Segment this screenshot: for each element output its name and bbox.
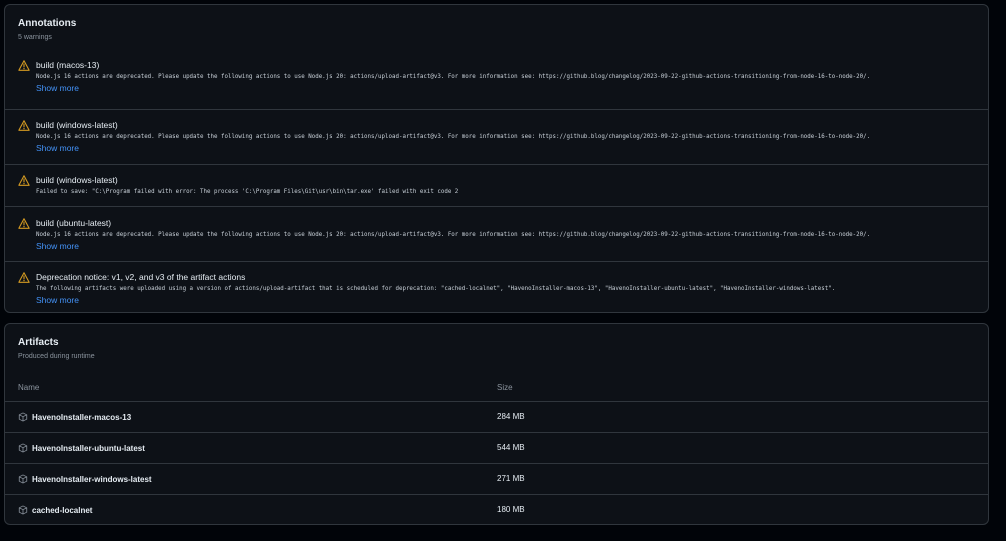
artifact-size: 544 MB bbox=[497, 443, 525, 452]
column-header-name: Name bbox=[18, 383, 40, 392]
annotation-message: Node.js 16 actions are deprecated. Pleas… bbox=[36, 74, 871, 80]
annotation-title: build (macos-13) bbox=[36, 60, 100, 70]
artifact-row[interactable]: HavenoInstaller-windows-latest 271 MB bbox=[5, 463, 988, 494]
artifact-row[interactable]: cached-localnet 180 MB bbox=[5, 494, 988, 524]
annotations-header: Annotations 5 warnings bbox=[5, 5, 988, 43]
artifacts-panel: Artifacts Produced during runtime Name S… bbox=[4, 323, 989, 525]
warning-icon bbox=[18, 218, 30, 229]
annotation-item: build (macos-13) Node.js 16 actions are … bbox=[5, 57, 988, 107]
artifacts-header: Artifacts Produced during runtime bbox=[5, 324, 988, 362]
annotation-message: Node.js 16 actions are deprecated. Pleas… bbox=[36, 134, 871, 140]
annotation-title: Deprecation notice: v1, v2, and v3 of th… bbox=[36, 272, 246, 282]
annotation-title: build (windows-latest) bbox=[36, 120, 118, 130]
artifact-size: 180 MB bbox=[497, 505, 525, 514]
annotation-item: Deprecation notice: v1, v2, and v3 of th… bbox=[5, 261, 988, 313]
artifacts-subtitle: Produced during runtime bbox=[18, 353, 95, 360]
artifact-name-link[interactable]: HavenoInstaller-windows-latest bbox=[32, 475, 152, 484]
artifact-size: 271 MB bbox=[497, 474, 525, 483]
artifact-name-link[interactable]: cached-localnet bbox=[32, 506, 92, 515]
artifacts-table-header: Name Size bbox=[5, 375, 988, 401]
package-icon bbox=[18, 505, 28, 515]
show-more-link[interactable]: Show more bbox=[36, 241, 978, 252]
artifact-row[interactable]: HavenoInstaller-macos-13 284 MB bbox=[5, 401, 988, 432]
artifact-size: 284 MB bbox=[497, 412, 525, 421]
annotations-title: Annotations bbox=[18, 18, 77, 29]
annotation-item: build (ubuntu-latest) Node.js 16 actions… bbox=[5, 206, 988, 261]
annotation-title: build (windows-latest) bbox=[36, 175, 118, 185]
warning-icon bbox=[18, 175, 30, 186]
annotation-title: build (ubuntu-latest) bbox=[36, 218, 112, 228]
show-more-link[interactable]: Show more bbox=[36, 143, 978, 154]
annotation-item: build (windows-latest) Node.js 16 action… bbox=[5, 109, 988, 164]
package-icon bbox=[18, 412, 28, 422]
column-header-size: Size bbox=[497, 383, 513, 392]
annotation-message: The following artifacts were uploaded us… bbox=[36, 286, 836, 292]
show-more-link[interactable]: Show more bbox=[36, 295, 978, 306]
warning-icon bbox=[18, 272, 30, 283]
artifact-name-link[interactable]: HavenoInstaller-ubuntu-latest bbox=[32, 444, 145, 453]
artifact-row[interactable]: HavenoInstaller-ubuntu-latest 544 MB bbox=[5, 432, 988, 463]
annotation-message: Failed to save: "C:\Program failed with … bbox=[36, 189, 459, 195]
package-icon bbox=[18, 474, 28, 484]
annotation-item: build (windows-latest) Failed to save: "… bbox=[5, 164, 988, 206]
annotation-message: Node.js 16 actions are deprecated. Pleas… bbox=[36, 232, 871, 238]
artifacts-title: Artifacts bbox=[18, 337, 59, 348]
warning-icon bbox=[18, 60, 30, 71]
warning-icon bbox=[18, 120, 30, 131]
annotations-panel: Annotations 5 warnings build (macos-13) … bbox=[4, 4, 989, 313]
package-icon bbox=[18, 443, 28, 453]
artifact-name-link[interactable]: HavenoInstaller-macos-13 bbox=[32, 413, 131, 422]
show-more-link[interactable]: Show more bbox=[36, 83, 978, 94]
annotations-count: 5 warnings bbox=[18, 34, 52, 41]
